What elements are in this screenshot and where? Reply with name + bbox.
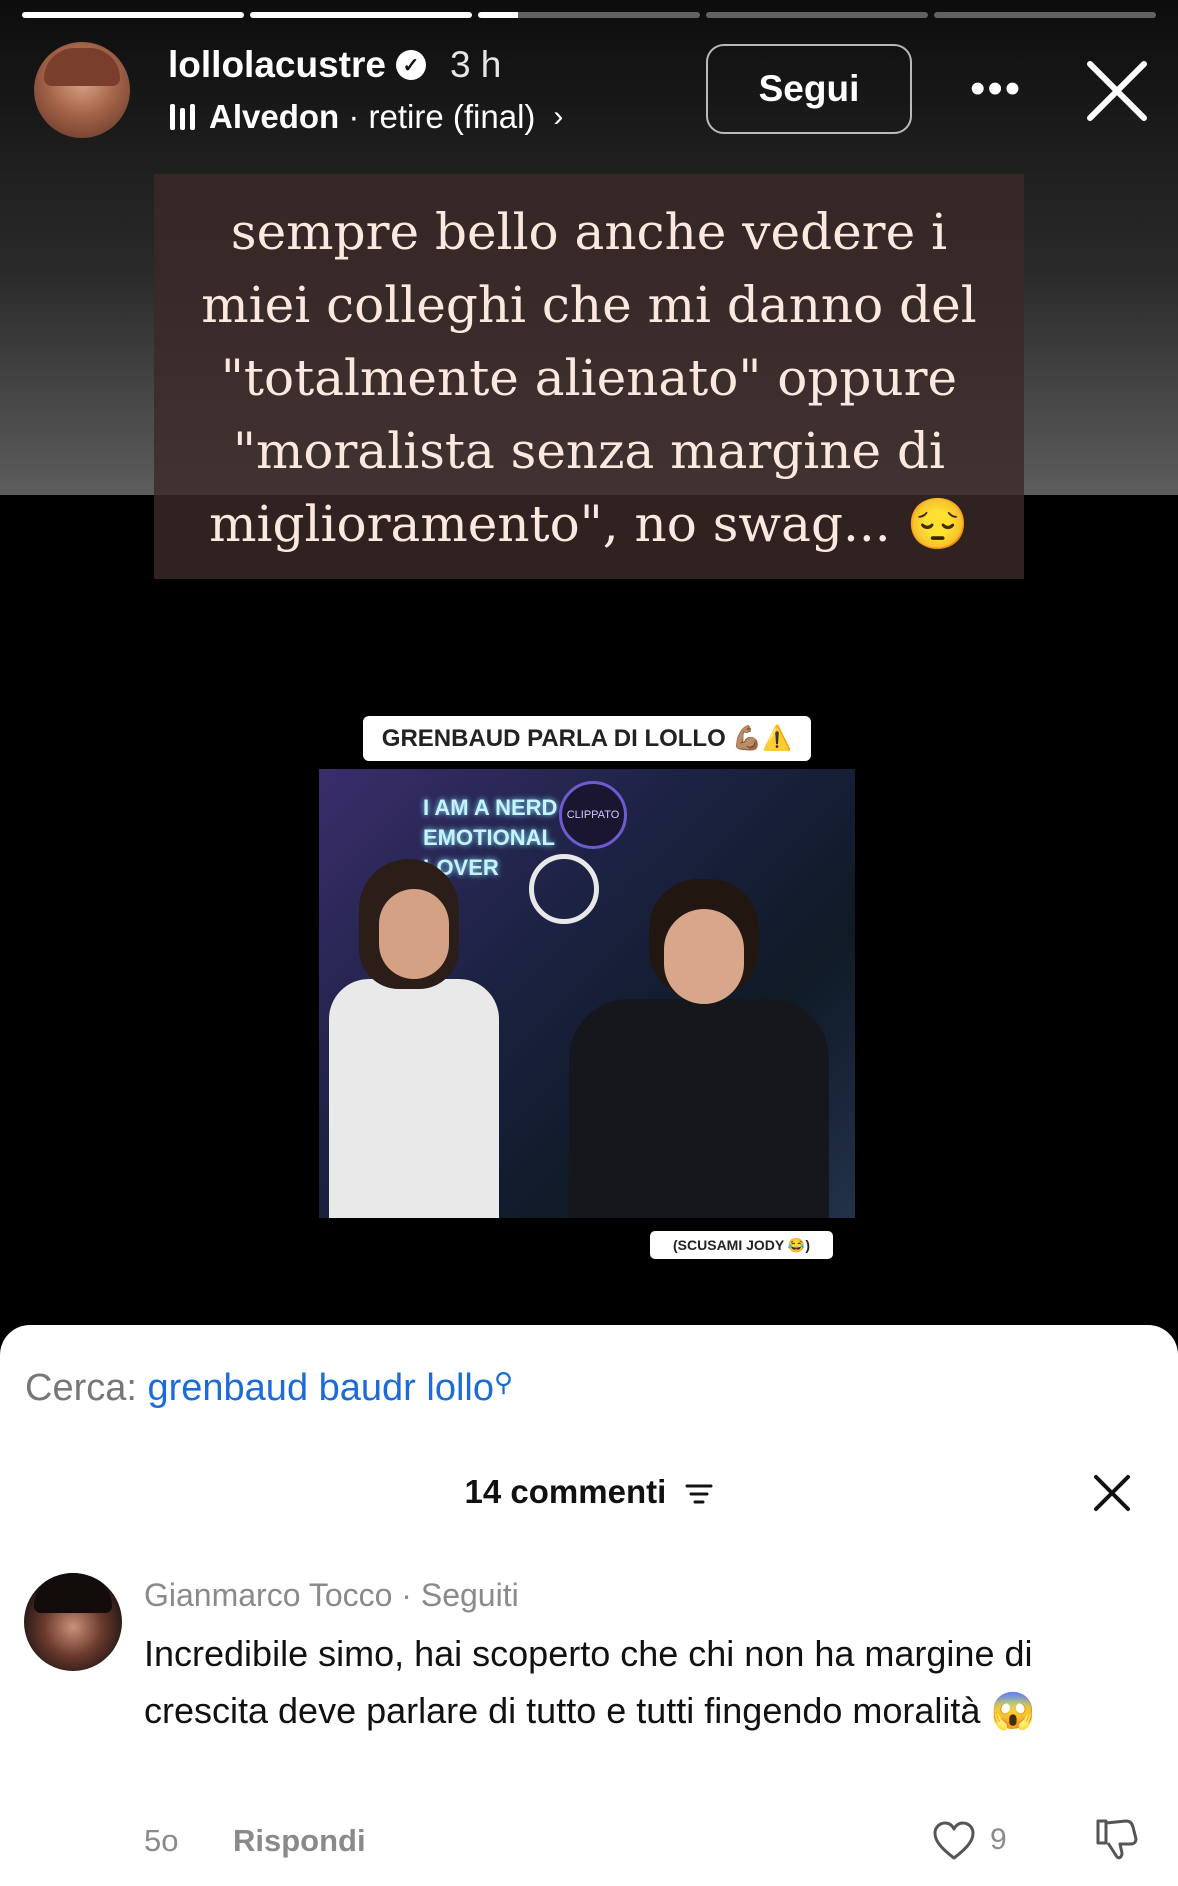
comment-age: 5o [144,1823,179,1858]
caption-line: "moralista senza margine di [233,422,945,480]
person-left [329,859,499,1218]
chevron-right-icon: › [553,100,564,133]
search-suggestion[interactable]: Cerca: grenbaud baudr lollo⚲ [25,1367,513,1410]
more-options-icon[interactable]: ••• [970,67,1022,111]
progress-segment [706,12,928,18]
story-viewer[interactable]: lollolacustre ✓ 3 h Alvedon · retire (fi… [0,0,1178,1325]
video-title-label: GRENBAUD PARLA DI LOLLO 💪🏽⚠️ [363,716,811,761]
music-bars-icon [170,104,195,130]
search-icon: ⚲ [493,1367,514,1397]
video-subtitle-label: (SCUSAMI JODY 😂) [650,1231,833,1259]
caption-line: miei colleghi che mi danno del [201,276,977,334]
comments-count: 14 commenti [464,1473,667,1510]
caption-line: "totalmente alienato" oppure [220,349,958,407]
progress-segment [934,12,1156,18]
comments-header: 14 commenti [0,1473,1178,1511]
story-caption: sempre bello anche vedere i miei collegh… [154,174,1024,579]
filter-icon[interactable] [685,1482,713,1506]
music-sticker[interactable]: Alvedon · retire (final) › [170,98,563,136]
music-title: retire (final) [368,98,536,135]
clippato-logo: CLIPPATO [559,781,627,849]
profile-avatar[interactable] [34,42,130,138]
reply-button[interactable]: Rispondi [233,1823,366,1859]
shared-video-thumbnail[interactable]: I AM A NERD EMOTIONAL LOVER CLIPPATO [319,769,855,1218]
comment-author[interactable]: Gianmarco Tocco [144,1577,392,1613]
heart-icon[interactable] [932,1821,976,1861]
caption-line: sempre bello anche vedere i [230,203,948,261]
caption-line: miglioramento", no swag... 😔 [209,495,969,553]
progress-segment [22,12,244,18]
comments-sheet: Cerca: grenbaud baudr lollo⚲ 14 commenti… [0,1325,1178,1886]
like-count: 9 [990,1823,1007,1856]
music-artist: Alvedon [209,98,340,135]
comment-author-line: Gianmarco Tocco · Seguiti [144,1577,519,1614]
close-icon[interactable] [1092,1473,1132,1513]
follow-button[interactable]: Segui [706,44,912,134]
music-separator: · [339,98,369,135]
person-right [569,879,829,1218]
search-query[interactable]: grenbaud baudr lollo [147,1367,494,1409]
story-header: lollolacustre ✓ 3 h [168,44,501,86]
search-prefix: Cerca: [25,1367,148,1409]
dislike-icon[interactable] [1092,1815,1140,1863]
commenter-avatar[interactable] [24,1573,122,1671]
verified-badge-icon: ✓ [395,50,426,80]
comment-relation: · Seguiti [392,1577,519,1613]
neon-line: I AM A NERD [423,795,558,820]
comment-text: Incredibile simo, hai scoperto che chi n… [144,1633,1036,1731]
story-time: 3 h [449,44,502,85]
progress-segment [250,12,472,18]
neon-line: EMOTIONAL [423,825,555,850]
progress-segment [478,12,700,18]
story-progress [22,12,1156,18]
close-icon[interactable] [1084,58,1150,124]
username[interactable]: lollolacustre [168,44,386,86]
